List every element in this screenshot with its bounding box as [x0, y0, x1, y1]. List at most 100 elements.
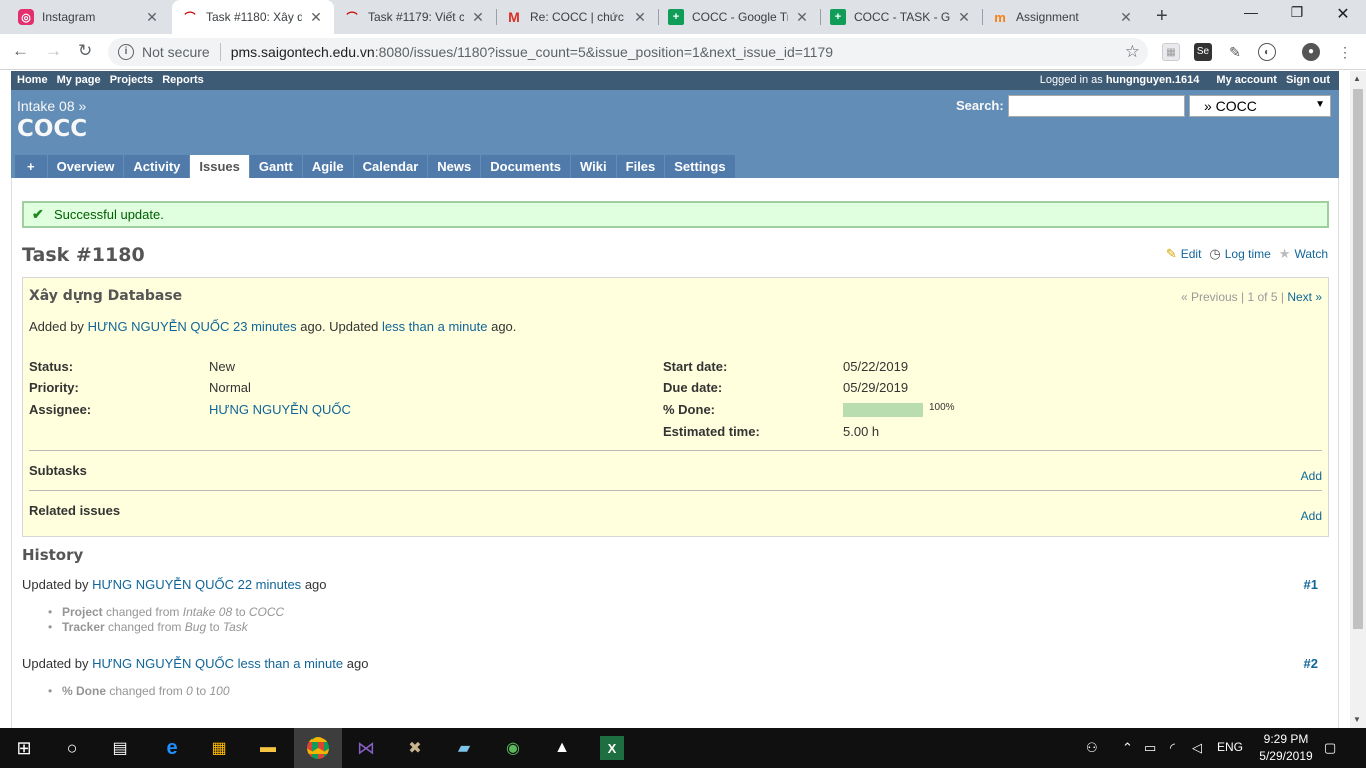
- selenium-icon[interactable]: Se: [1194, 43, 1212, 61]
- browser-tab-sheets-1[interactable]: + COCC - Google Tra ✕: [658, 0, 820, 34]
- edge-icon[interactable]: e: [160, 736, 184, 760]
- file-explorer-icon[interactable]: ▬: [256, 736, 280, 760]
- tab-settings[interactable]: Settings: [665, 155, 735, 178]
- journal-ago-link[interactable]: less than a minute: [238, 656, 344, 671]
- top-menu-my-page[interactable]: My page: [57, 74, 101, 86]
- info-icon[interactable]: i: [118, 44, 134, 60]
- close-icon[interactable]: ✕: [1118, 9, 1134, 26]
- add-subtask-link[interactable]: Add: [1301, 469, 1322, 483]
- browser-tab-label: Task #1179: Viết ch: [368, 10, 464, 24]
- maximize-button[interactable]: ❐: [1274, 4, 1320, 21]
- journal-ago-link[interactable]: 22 minutes: [238, 577, 302, 592]
- tab-new-issue[interactable]: +: [15, 155, 47, 178]
- notification-icon[interactable]: ▢: [1324, 740, 1336, 756]
- search-icon[interactable]: ○: [60, 736, 84, 760]
- page-scrollbar[interactable]: ▲ ▼: [1350, 71, 1366, 728]
- visual-studio-icon[interactable]: ⋈: [354, 736, 378, 760]
- watch-button[interactable]: ★ Watch: [1279, 246, 1328, 262]
- minimize-button[interactable]: —: [1228, 4, 1274, 20]
- tab-news[interactable]: News: [428, 155, 481, 178]
- updated-ago-link[interactable]: less than a minute: [382, 319, 488, 334]
- close-icon[interactable]: ✕: [794, 9, 810, 26]
- browser-tab-sheets-2[interactable]: + COCC - TASK - Go ✕: [820, 0, 982, 34]
- close-icon[interactable]: ✕: [144, 9, 160, 26]
- detail-to-word: to: [196, 684, 207, 698]
- tab-wiki[interactable]: Wiki: [571, 155, 616, 178]
- previous-link[interactable]: « Previous: [1181, 290, 1238, 304]
- windows-start-icon[interactable]: ⊞: [12, 736, 36, 760]
- volume-icon[interactable]: ◁: [1192, 740, 1202, 756]
- chevron-up-icon[interactable]: ⌃: [1122, 740, 1133, 756]
- extension-icon[interactable]: ▦: [1162, 43, 1180, 61]
- top-menu-reports[interactable]: Reports: [162, 74, 204, 86]
- browser-tab-gmail[interactable]: M Re: COCC | chức nă ✕: [496, 0, 658, 34]
- extension-circle-icon[interactable]: ◐: [1258, 43, 1276, 61]
- forward-button[interactable]: →: [45, 41, 62, 61]
- app-icon[interactable]: ◉: [501, 736, 525, 760]
- assignee-link[interactable]: HƯNG NGUYỄN QUỐC: [209, 402, 351, 417]
- close-icon[interactable]: ✕: [470, 9, 486, 26]
- avatar[interactable]: ●: [1302, 43, 1320, 61]
- excel-icon[interactable]: X: [600, 736, 624, 760]
- search-input[interactable]: [1008, 95, 1185, 117]
- edit-label: Edit: [1180, 247, 1202, 261]
- edit-button[interactable]: ✎ Edit: [1166, 246, 1202, 262]
- scroll-up-icon[interactable]: ▲: [1353, 74, 1361, 83]
- tools-icon[interactable]: ✖: [403, 736, 427, 760]
- wifi-icon[interactable]: ◜: [1170, 740, 1175, 756]
- tab-files[interactable]: Files: [616, 155, 665, 178]
- scroll-down-icon[interactable]: ▼: [1353, 715, 1361, 724]
- close-window-button[interactable]: ✕: [1320, 4, 1366, 24]
- logged-in-user[interactable]: hungnguyen.1614: [1106, 74, 1200, 86]
- tab-overview[interactable]: Overview: [47, 155, 124, 178]
- tab-agile[interactable]: Agile: [302, 155, 353, 178]
- photos-icon[interactable]: ▲: [550, 736, 574, 760]
- scrollbar-thumb[interactable]: [1353, 89, 1363, 629]
- tab-calendar[interactable]: Calendar: [353, 155, 428, 178]
- system-clock[interactable]: 9:29 PM 5/29/2019: [1254, 731, 1318, 765]
- sign-out-link[interactable]: Sign out: [1286, 74, 1330, 86]
- main-menu: + Overview Activity Issues Gantt Agile C…: [15, 155, 736, 178]
- log-time-button[interactable]: ◷ Log time: [1209, 246, 1270, 262]
- eyedropper-icon[interactable]: ✎: [1226, 43, 1244, 61]
- journal-number-link[interactable]: #1: [1304, 577, 1318, 592]
- project-jump-select[interactable]: » COCC ▼: [1189, 95, 1331, 117]
- notepad-icon[interactable]: ▰: [452, 736, 476, 760]
- next-link[interactable]: Next »: [1287, 290, 1322, 304]
- browser-tab-task-1180[interactable]: ⌒ Task #1180: Xây dựng ✕: [172, 0, 334, 34]
- store-icon[interactable]: ▦: [207, 736, 231, 760]
- close-icon[interactable]: ✕: [632, 9, 648, 26]
- top-menu-projects[interactable]: Projects: [110, 74, 153, 86]
- tab-gantt[interactable]: Gantt: [249, 155, 302, 178]
- people-icon[interactable]: ⚇: [1086, 740, 1098, 756]
- journal-number-link[interactable]: #2: [1304, 656, 1318, 671]
- browser-tab-task-1179[interactable]: ⌒ Task #1179: Viết ch ✕: [334, 0, 496, 34]
- detail-field: Tracker: [62, 620, 105, 634]
- top-menu-home[interactable]: Home: [17, 74, 48, 86]
- journal-user-link[interactable]: HƯNG NGUYỄN QUỐC: [92, 656, 234, 671]
- new-tab-button[interactable]: +: [1156, 5, 1168, 28]
- address-bar[interactable]: i Not secure pms.saigontech.edu.vn:8080/…: [108, 38, 1148, 66]
- back-button[interactable]: ←: [12, 41, 29, 61]
- journal-user-link[interactable]: HƯNG NGUYỄN QUỐC: [92, 577, 234, 592]
- browser-tab-instagram[interactable]: ◎ Instagram ✕: [8, 0, 170, 34]
- browser-tab-assignment[interactable]: m Assignment ✕: [982, 0, 1144, 34]
- reload-button[interactable]: ↻: [78, 41, 92, 61]
- battery-icon[interactable]: ▭: [1144, 740, 1156, 756]
- chrome-icon[interactable]: [294, 728, 342, 768]
- language-indicator[interactable]: ENG: [1217, 740, 1243, 754]
- tab-documents[interactable]: Documents: [481, 155, 571, 178]
- task-view-icon[interactable]: ▤: [108, 736, 132, 760]
- close-icon[interactable]: ✕: [308, 9, 324, 26]
- author-link[interactable]: HƯNG NGUYỄN QUỐC: [88, 319, 230, 334]
- tab-issues[interactable]: Issues: [190, 155, 249, 178]
- close-icon[interactable]: ✕: [956, 9, 972, 26]
- tab-activity[interactable]: Activity: [124, 155, 190, 178]
- parent-project-link[interactable]: Intake 08 »: [17, 98, 86, 114]
- issue-author-line: Added by HƯNG NGUYỄN QUỐC 23 minutes ago…: [29, 319, 516, 334]
- added-ago-link[interactable]: 23 minutes: [233, 319, 297, 334]
- my-account-link[interactable]: My account: [1216, 74, 1277, 86]
- star-icon[interactable]: ☆: [1125, 42, 1140, 62]
- menu-icon[interactable]: ⋮: [1336, 43, 1354, 61]
- add-related-link[interactable]: Add: [1301, 509, 1322, 523]
